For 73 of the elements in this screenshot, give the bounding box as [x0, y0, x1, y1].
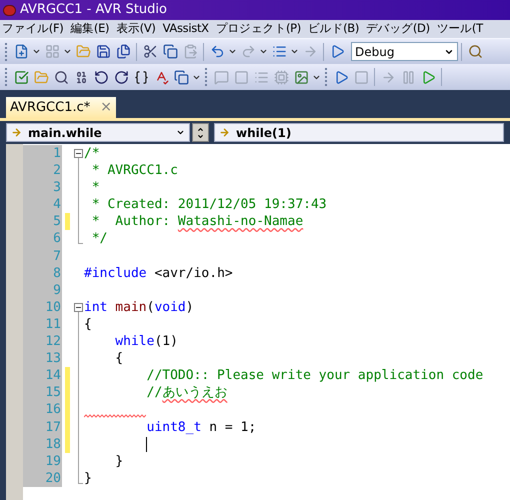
menu-item[interactable]: ビルド(B) — [306, 20, 362, 38]
line-number: 10 — [23, 298, 62, 316]
code-text: // — [146, 384, 162, 402]
line-number: 9 — [23, 282, 62, 299]
configuration-dropdown[interactable]: Debug — [351, 42, 458, 61]
code-text: あいうえお — [162, 384, 228, 402]
menu-item[interactable]: 表示(V) — [114, 20, 158, 38]
toolbar-grip-icon — [5, 42, 8, 60]
code-text: { — [84, 316, 92, 334]
code-text: */ — [90, 230, 108, 248]
code-text: #include — [84, 264, 147, 282]
code-text: int — [84, 298, 108, 316]
line-number: 19 — [23, 452, 62, 470]
line-number: 3 — [23, 179, 62, 196]
arrow-icon — [219, 127, 230, 138]
code-text: } — [84, 470, 92, 487]
toolbar-grip-icon — [5, 68, 8, 86]
menu-item[interactable]: ファイル(F) — [0, 20, 66, 38]
dropdown-caret-icon[interactable] — [228, 47, 237, 56]
line-number: 12 — [23, 333, 62, 350]
line-number: 20 — [23, 470, 62, 487]
document-tab[interactable]: AVRGCC1.c* × — [6, 97, 116, 118]
menu-item[interactable]: ツール(T — [434, 20, 485, 38]
dropdown-caret-icon[interactable] — [259, 47, 268, 56]
code-text: { — [114, 350, 124, 368]
close-button[interactable]: × — [100, 97, 112, 118]
line-number: 2 — [23, 162, 62, 180]
line-number: 6 — [23, 230, 62, 248]
code-text: n = 1; — [208, 418, 256, 436]
line-number: 15 — [23, 384, 62, 402]
line-number: 8 — [23, 264, 62, 282]
toolbar-grip-icon — [205, 68, 208, 86]
dropdown-caret-icon[interactable] — [63, 47, 72, 56]
code-text: while — [114, 333, 154, 350]
code-text: ( — [146, 298, 154, 316]
dropdown-caret-icon[interactable] — [32, 47, 41, 56]
line-number: 11 — [23, 316, 62, 334]
line-number: 14 — [23, 367, 62, 384]
menu-item[interactable]: プロジェクト(P) — [214, 20, 303, 38]
code-text: ) — [186, 298, 194, 316]
code-text: main — [114, 298, 147, 316]
code-text: (1) — [154, 333, 178, 350]
line-number: 17 — [23, 418, 62, 436]
scope-dropdown[interactable]: main.while — [6, 123, 190, 142]
code-text: } — [114, 452, 124, 470]
menu-item[interactable]: デバッグ(D) — [364, 20, 432, 38]
window-title: AVRGCC1 - AVR Studio — [20, 1, 167, 20]
code-text: * AVRGCC1.c — [90, 162, 178, 180]
code-text: * Author: — [90, 213, 172, 230]
member-dropdown[interactable]: while(1) — [214, 123, 504, 142]
line-number: 5 — [23, 213, 62, 230]
code-text: uint8_t — [146, 418, 202, 436]
code-text: void — [154, 298, 186, 316]
dropdown-caret-icon — [176, 128, 185, 137]
dropdown-caret-icon[interactable] — [290, 47, 299, 56]
line-number: 4 — [23, 196, 62, 214]
code-text: //TODO:: Please write your application code — [146, 367, 484, 384]
line-number: 7 — [23, 248, 62, 265]
line-number: 13 — [23, 350, 62, 368]
menu-item[interactable]: 編集(E) — [68, 20, 112, 38]
app-icon — [3, 4, 16, 16]
code-text: /* — [84, 145, 100, 162]
line-number: 16 — [23, 401, 62, 418]
toolbar-grip-icon — [325, 68, 328, 86]
line-number: 1 — [23, 145, 62, 162]
arrow-icon — [11, 127, 22, 138]
menu-item[interactable]: VAssistX — [160, 20, 211, 38]
code-text: Watashi-no-Namae — [178, 213, 304, 230]
line-number: 18 — [23, 436, 62, 453]
code-text: * Created: 2011/12/05 19:37:43 — [90, 196, 327, 214]
code-text: * — [90, 179, 100, 196]
code-text: <avr/io.h> — [153, 264, 233, 282]
split-spinner[interactable] — [192, 123, 209, 142]
